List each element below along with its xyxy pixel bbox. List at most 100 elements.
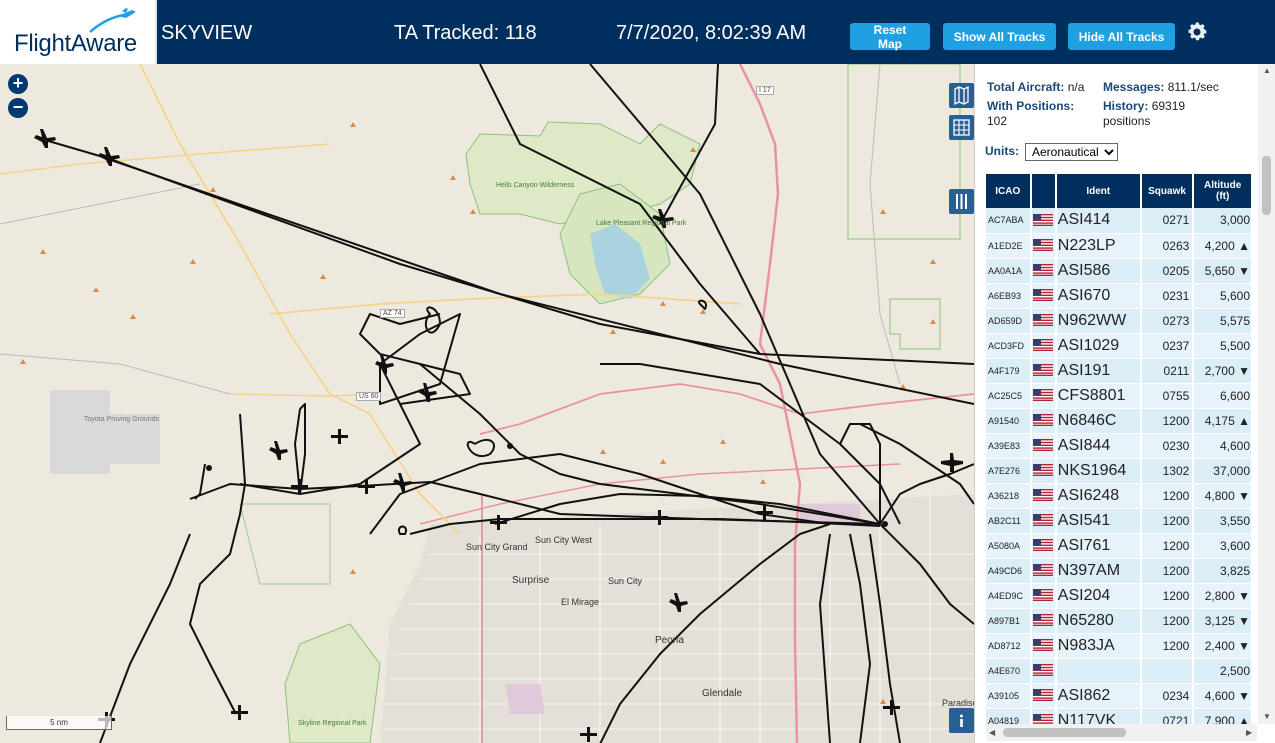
- info-button[interactable]: [949, 708, 974, 733]
- scroll-left-arrow-icon[interactable]: ◀: [989, 728, 995, 737]
- table-row[interactable]: A5080A ASI761 1200 3,600: [986, 533, 1253, 559]
- table-row[interactable]: A4F179 ASI191 0211 2,700 ▼: [986, 358, 1253, 384]
- flightaware-logo[interactable]: FlightAware: [0, 0, 157, 64]
- icao-cell: A4F179: [986, 358, 1032, 384]
- sidebar-toggle-button[interactable]: [949, 189, 974, 214]
- ident-cell: ASI414: [1055, 208, 1142, 234]
- vertical-scroll-thumb[interactable]: [1262, 156, 1271, 215]
- map-layers-button[interactable]: [949, 83, 974, 108]
- label-az74: AZ 74: [380, 309, 405, 318]
- table-row[interactable]: ACD3FD ASI1029 0237 5,500: [986, 333, 1253, 359]
- us-flag-icon: [1032, 487, 1053, 504]
- history-unit: positions: [1103, 114, 1151, 128]
- flag-cell: [1030, 408, 1057, 434]
- table-row[interactable]: A4E670 2,500: [986, 658, 1253, 684]
- map-base-layer[interactable]: [0, 64, 974, 743]
- table-row[interactable]: AD659D N962WW 0273 5,575: [986, 308, 1253, 334]
- flag-cell: [1030, 558, 1057, 584]
- units-select[interactable]: Aeronautical: [1025, 143, 1118, 161]
- icao-cell: A39105: [986, 683, 1032, 709]
- col-squawk-header[interactable]: Squawk: [1140, 174, 1195, 208]
- col-icao-header[interactable]: ICAO: [986, 174, 1032, 208]
- zoom-out-button[interactable]: −: [8, 98, 28, 118]
- show-all-tracks-button[interactable]: Show All Tracks: [943, 23, 1056, 50]
- icao-cell: A4E670: [986, 658, 1032, 684]
- table-row[interactable]: A49CD6 N397AM 1200 3,825: [986, 558, 1253, 584]
- table-row[interactable]: A897B1 N65280 1200 3,125 ▼: [986, 608, 1253, 634]
- label-el-mirage: El Mirage: [561, 597, 600, 607]
- logo-plane-icon: [89, 8, 136, 33]
- altitude-cell: 2,500: [1193, 658, 1253, 684]
- table-row[interactable]: A39E83 ASI844 0230 4,600: [986, 433, 1253, 459]
- gear-icon[interactable]: [1185, 20, 1209, 44]
- ident-cell: ASI204: [1055, 583, 1142, 609]
- table-row[interactable]: A36218 ASI6248 1200 4,800 ▼: [986, 483, 1253, 509]
- units-label: Units:: [985, 144, 1019, 158]
- icao-cell: AB2C11: [986, 508, 1032, 534]
- altitude-cell: 4,175 ▲: [1193, 408, 1253, 434]
- ident-cell: N397AM: [1055, 558, 1142, 584]
- ident-cell: ASI541: [1055, 508, 1142, 534]
- flight-map[interactable]: Hells Canyon Wilderness Lake Pleasant Re…: [0, 64, 974, 743]
- squawk-cell: 1200: [1140, 558, 1195, 584]
- table-row[interactable]: A7E276 NKS1964 1302 37,000: [986, 458, 1253, 484]
- table-row[interactable]: A91540 N6846C 1200 4,175 ▲: [986, 408, 1253, 434]
- table-row[interactable]: AD8712 N983JA 1200 2,400 ▼: [986, 633, 1253, 659]
- us-flag-icon: [1032, 587, 1053, 604]
- altitude-cell: 5,600: [1193, 283, 1253, 309]
- icao-cell: ACD3FD: [986, 333, 1032, 359]
- icao-cell: A4ED9C: [986, 583, 1032, 609]
- flag-cell: [1030, 208, 1057, 234]
- altitude-cell: 5,575: [1193, 308, 1253, 334]
- hide-all-tracks-button[interactable]: Hide All Tracks: [1068, 23, 1175, 50]
- table-row[interactable]: A1ED2E N223LP 0263 4,200 ▲: [986, 233, 1253, 259]
- col-flag-header[interactable]: [1030, 174, 1057, 208]
- squawk-cell: 0211: [1140, 358, 1195, 384]
- us-flag-icon: [1032, 337, 1053, 354]
- datetime-display: 7/7/2020, 8:02:39 AM: [616, 22, 807, 44]
- col-ident-header[interactable]: Ident: [1055, 174, 1142, 208]
- altitude-cell: 5,650 ▼: [1193, 258, 1253, 284]
- table-row[interactable]: A4ED9C ASI204 1200 2,800 ▼: [986, 583, 1253, 609]
- flag-cell: [1030, 508, 1057, 534]
- columns-icon: [956, 194, 967, 209]
- ident-cell: ASI586: [1055, 258, 1142, 284]
- scroll-down-arrow-icon[interactable]: ▼: [1263, 712, 1271, 721]
- ident-cell: NKS1964: [1055, 458, 1142, 484]
- app-title: SKYVIEW: [161, 22, 253, 44]
- reset-map-button[interactable]: Reset Map: [850, 23, 930, 51]
- squawk-cell: 0263: [1140, 233, 1195, 259]
- scroll-right-arrow-icon[interactable]: ▶: [1246, 728, 1252, 737]
- squawk-cell: 0271: [1140, 208, 1195, 234]
- altitude-cell: 3,550: [1193, 508, 1253, 534]
- altitude-cell: 3,000: [1193, 208, 1253, 234]
- table-header-row: ICAO Ident Squawk Altitude (ft): [986, 174, 1253, 208]
- with-positions-stat: With Positions: 102: [987, 99, 1074, 129]
- history-value: 69319: [1151, 99, 1186, 113]
- ident-cell: N962WW: [1055, 308, 1142, 334]
- table-row[interactable]: AC7ABA ASI414 0271 3,000: [986, 208, 1253, 234]
- ident-cell: [1055, 658, 1142, 684]
- table-row[interactable]: A39105 ASI862 0234 4,600 ▼: [986, 683, 1253, 709]
- table-row[interactable]: A6EB93 ASI670 0231 5,600: [986, 283, 1253, 309]
- col-altitude-header[interactable]: Altitude (ft): [1193, 174, 1253, 208]
- squawk-cell: 1200: [1140, 408, 1195, 434]
- icao-cell: A897B1: [986, 608, 1032, 634]
- table-row[interactable]: AC25C5 CFS8801 0755 6,600: [986, 383, 1253, 409]
- table-row[interactable]: AB2C11 ASI541 1200 3,550: [986, 508, 1253, 534]
- grid-icon: [953, 119, 970, 136]
- scroll-up-arrow-icon[interactable]: ▲: [1263, 66, 1271, 75]
- label-hells-canyon: Hells Canyon Wilderness: [496, 182, 575, 189]
- squawk-cell: 0237: [1140, 333, 1195, 359]
- ident-cell: CFS8801: [1055, 383, 1142, 409]
- grid-toggle-button[interactable]: [949, 115, 974, 140]
- altitude-cell: 6,600: [1193, 383, 1253, 409]
- horizontal-scroll-thumb[interactable]: [1003, 728, 1126, 737]
- zoom-in-button[interactable]: +: [8, 74, 28, 94]
- altitude-cell: 4,200 ▲: [1193, 233, 1253, 259]
- table-row[interactable]: AA0A1A ASI586 0205 5,650 ▼: [986, 258, 1253, 284]
- squawk-cell: 1302: [1140, 458, 1195, 484]
- altitude-header-unit: (ft): [1215, 191, 1230, 202]
- flag-cell: [1030, 283, 1057, 309]
- aircraft-table: ICAO Ident Squawk Altitude (ft) AC7ABA AS…: [986, 174, 1253, 734]
